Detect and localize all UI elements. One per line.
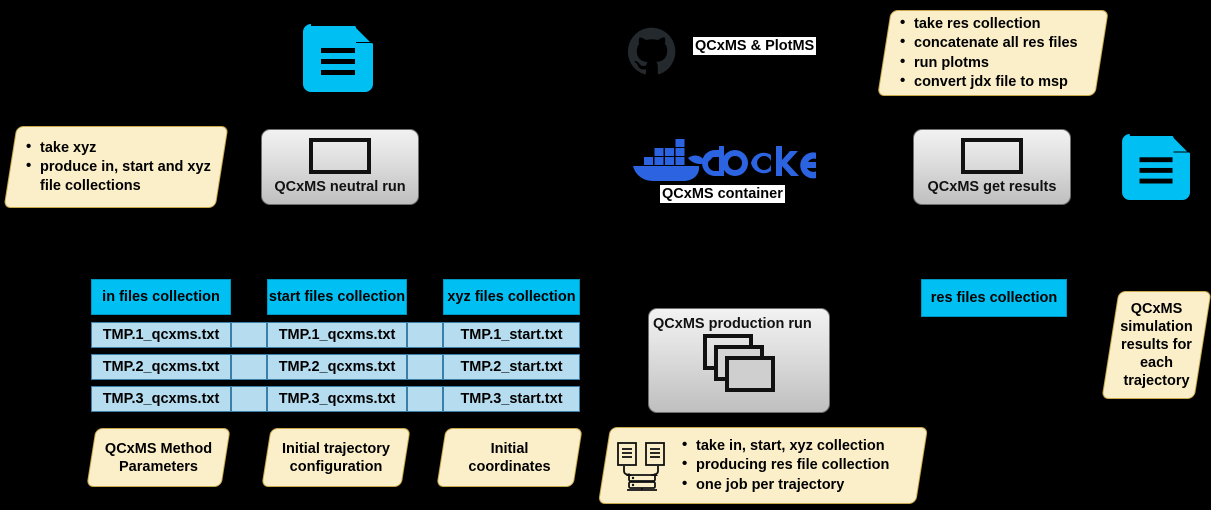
docker-label: QCxMS container (660, 185, 785, 203)
github-label: QCxMS & PlotMS (693, 37, 817, 55)
note-get-results: take res collection concatenate all res … (877, 10, 1109, 96)
note-trajectory-configuration: Initial trajectory configuration (261, 428, 411, 487)
table-row: TMP.2_start.txt (443, 354, 580, 380)
note-get-results-list: take res collection concatenate all res … (899, 14, 1091, 93)
note-text: Initial coordinates (468, 440, 551, 475)
table-row: TMP.3_start.txt (443, 386, 580, 412)
note-item: one job per trajectory (681, 476, 889, 495)
res-files-collection-header: res files collection (921, 279, 1067, 317)
table-spacer-right (407, 322, 443, 412)
note-simulation-results: QCxMS simulation results for each trajec… (1101, 291, 1211, 399)
documents-to-server-icon (615, 440, 673, 492)
table-row: TMP.3_qcxms.txt (91, 386, 231, 412)
diagram-canvas: QCxMS & PlotMS take res collection conca… (0, 0, 1211, 510)
qcxms-production-run-label: QCxMS production run (653, 316, 812, 332)
note-item: concatenate all res files (899, 34, 1091, 53)
table-start-files-collection: start files collection TMP.1_qcxms.txt T… (267, 279, 407, 412)
table-row: TMP.3_qcxms.txt (267, 386, 407, 412)
note-item: producing res file collection (681, 456, 889, 475)
qcxms-get-results-label: QCxMS get results (927, 179, 1057, 195)
stacked-windows-glyph (703, 334, 775, 396)
note-neutral-run: take xyz produce in, start and xyz file … (3, 126, 229, 208)
note-item: take in, start, xyz collection (681, 437, 889, 456)
table-row: TMP.1_qcxms.txt (91, 322, 231, 348)
spacer-cell (231, 322, 267, 348)
table-spacer-left (231, 322, 267, 412)
document-icon-top-right (1122, 134, 1192, 200)
rectangle-glyph (961, 138, 1023, 174)
table-header: xyz files collection (443, 279, 580, 315)
note-initial-coordinates: Initial coordinates (436, 428, 583, 487)
note-text: QCxMS Method Parameters (104, 440, 213, 475)
qcxms-get-results-button[interactable]: QCxMS get results (913, 129, 1071, 205)
spacer-cell (231, 386, 267, 412)
note-production-run-list: take in, start, xyz collection producing… (681, 436, 889, 496)
docker-icon[interactable] (630, 136, 816, 184)
qcxms-neutral-run-label: QCxMS neutral run (274, 179, 406, 195)
note-text: Initial trajectory configuration (282, 440, 390, 475)
document-icon-top-left (303, 24, 375, 92)
spacer-cell (231, 354, 267, 380)
table-xyz-files-collection: xyz files collection TMP.1_start.txt TMP… (443, 279, 580, 412)
spacer-cell (407, 386, 443, 412)
note-item: produce in, start and xyz file collectio… (25, 158, 211, 195)
note-production-run: take in, start, xyz collection producing… (597, 427, 929, 504)
note-neutral-run-list: take xyz produce in, start and xyz file … (25, 138, 211, 197)
note-method-parameters: QCxMS Method Parameters (86, 428, 231, 487)
table-row: TMP.2_qcxms.txt (267, 354, 407, 380)
note-text: QCxMS simulation results for each trajec… (1120, 301, 1193, 389)
table-header: start files collection (267, 279, 407, 315)
note-item: take xyz (25, 139, 211, 158)
table-row: TMP.1_qcxms.txt (267, 322, 407, 348)
qcxms-neutral-run-button[interactable]: QCxMS neutral run (261, 129, 419, 205)
note-item: take res collection (899, 15, 1091, 34)
qcxms-production-run-button[interactable]: QCxMS production run (648, 308, 830, 413)
table-row: TMP.2_qcxms.txt (91, 354, 231, 380)
spacer-cell (407, 354, 443, 380)
note-item: convert jdx file to msp (899, 73, 1091, 92)
table-header: in files collection (91, 279, 231, 315)
table-in-files-collection: in files collection TMP.1_qcxms.txt TMP.… (91, 279, 231, 412)
github-icon[interactable] (628, 27, 676, 75)
rectangle-glyph (309, 138, 371, 174)
spacer-cell (407, 322, 443, 348)
note-item: run plotms (899, 54, 1091, 73)
table-row: TMP.1_start.txt (443, 322, 580, 348)
